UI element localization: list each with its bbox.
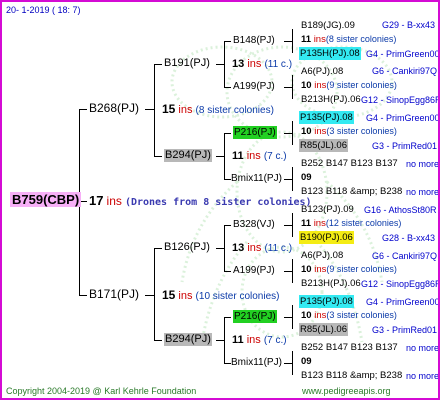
gen4-0-subcode: G4 - PrimGreen00	[366, 49, 440, 59]
gen4-1-sub[interactable]: B213H(PJ).06	[301, 93, 361, 106]
pedigree-page: 20- 1-2019 ( 18: 7) B759(CBP) 17 ins (Dr…	[0, 0, 440, 400]
gen4-3-code: no more	[406, 159, 440, 169]
gen4-7-subcode: no more	[406, 371, 440, 381]
gen3-c2-queen[interactable]: A199(PJ)	[233, 264, 275, 277]
gen4-4-code: G16 - AthosSt80R	[364, 205, 437, 215]
gen3-b1-queen[interactable]: P216(PJ)	[233, 126, 277, 139]
gen4-4-sub[interactable]: B190(PJ).06	[299, 231, 354, 244]
gen1-bottom-queen[interactable]: B171(PJ)	[89, 288, 139, 301]
gen4-0-code: G29 - B-xx43	[382, 20, 436, 30]
gen2-c-ins: 13 ins (11 c.)	[232, 242, 293, 254]
gen4-4-ins: 11 ins(12 sister colonies)	[301, 218, 402, 229]
gen3-b2-queen[interactable]: Bmix11(PJ)	[231, 172, 282, 185]
gen4-5-subcode: G12 - SinopEgg86R	[361, 279, 440, 289]
gen3-c1-queen[interactable]: B328(VJ)	[233, 218, 275, 231]
gen1-top-ins: 15 ins (8 sister colonies)	[162, 102, 274, 117]
gen4-7-sub[interactable]: B123 B118 &amp; B238	[301, 369, 402, 382]
gen2-a-ins: 13 ins (11 c.)	[232, 58, 293, 70]
gen4-3-sub[interactable]: B123 B118 &amp; B238	[301, 185, 402, 198]
gen4-7-ins: 09	[301, 356, 312, 367]
gen2-d-ins: 11 ins (7 c.)	[232, 334, 287, 346]
gen4-7-parent[interactable]: B252 B147 B123 B137	[301, 341, 398, 354]
gen1-top-queen[interactable]: B268(PJ)	[89, 102, 139, 115]
gen4-6-parent[interactable]: P135(PJ).08	[299, 295, 354, 308]
gen2-c-queen[interactable]: B126(PJ)	[164, 241, 210, 254]
generated-date: 20- 1-2019 ( 18: 7)	[6, 5, 81, 15]
gen4-5-parent[interactable]: A6(PJ).08	[301, 249, 343, 262]
gen4-6-subcode: G3 - PrimRed01	[372, 325, 438, 335]
root-queen-label[interactable]: B759(CBP)	[10, 192, 82, 207]
gen4-7-code: no more	[406, 343, 440, 353]
gen4-5-ins: 10 ins(9 sister colonies)	[301, 264, 397, 275]
gen3-d1-queen[interactable]: P216(PJ)	[233, 310, 277, 323]
gen4-4-subcode: G28 - B-xx43	[382, 233, 436, 243]
gen4-3-parent[interactable]: B252 B147 B123 B137	[301, 157, 398, 170]
gen4-2-ins: 10 ins(3 sister colonies)	[301, 126, 397, 137]
gen4-0-ins: 11 ins(8 sister colonies)	[301, 34, 397, 45]
gen3-a1-queen[interactable]: B148(PJ)	[233, 34, 275, 47]
root-queen[interactable]: B759(CBP)	[10, 192, 82, 208]
gen4-0-parent[interactable]: B189(JG).09	[301, 19, 355, 32]
gen4-4-parent[interactable]: B123(PJ).09	[301, 203, 354, 216]
gen4-1-ins: 10 ins(9 sister colonies)	[301, 80, 397, 91]
gen3-a2-queen[interactable]: A199(PJ)	[233, 80, 275, 93]
gen4-1-subcode: G12 - SinopEgg86R	[361, 95, 440, 105]
gen4-2-sub[interactable]: R85(JL).06	[299, 139, 348, 152]
gen2-a-queen[interactable]: B191(PJ)	[164, 57, 210, 70]
gen4-2-code: G4 - PrimGreen00	[366, 113, 440, 123]
gen4-5-sub[interactable]: B213H(PJ).06	[301, 277, 361, 290]
gen4-6-ins: 10 ins(3 sister colonies)	[301, 310, 397, 321]
root-ins-line: 17 ins (Drones from 8 sister colonies)	[89, 193, 312, 208]
gen3-d2-queen[interactable]: Bmix11(PJ)	[231, 356, 282, 369]
gen4-5-code: G6 - Cankiri97Q	[372, 251, 438, 261]
root-drones-desc: (Drones from 8 sister colonies)	[124, 197, 312, 208]
gen1-bottom-ins: 15 ins (10 sister colonies)	[162, 288, 280, 303]
gen2-d-queen[interactable]: B294(PJ)	[164, 333, 212, 346]
gen2-b-queen[interactable]: B294(PJ)	[164, 149, 212, 162]
gen4-0-sub[interactable]: P135H(PJ).08	[299, 47, 361, 60]
gen4-1-parent[interactable]: A6(PJ).08	[301, 65, 343, 78]
gen2-b-ins: 11 ins (7 c.)	[232, 150, 287, 162]
gen4-2-parent[interactable]: P135(PJ).08	[299, 111, 354, 124]
site-link[interactable]: www.pedigreeapis.org	[302, 385, 391, 398]
copyright: Copyright 2004-2019 @ Karl Kehrle Founda…	[6, 386, 197, 396]
gen4-1-code: G6 - Cankiri97Q	[372, 66, 438, 76]
gen4-3-subcode: no more	[406, 187, 440, 197]
gen4-6-code: G4 - PrimGreen00	[366, 297, 440, 307]
gen4-3-ins: 09	[301, 172, 312, 183]
gen4-6-sub[interactable]: R85(JL).06	[299, 323, 348, 336]
gen4-2-subcode: G3 - PrimRed01	[372, 141, 438, 151]
